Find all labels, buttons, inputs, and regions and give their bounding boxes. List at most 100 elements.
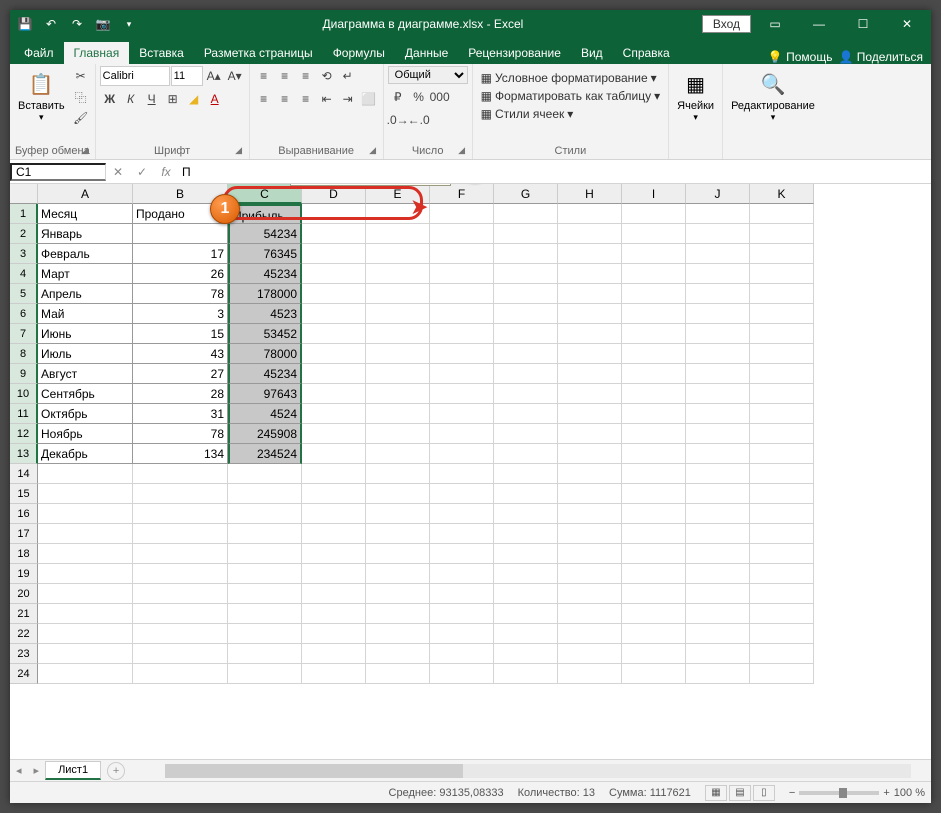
cell[interactable]: 45234 — [228, 264, 302, 284]
cell[interactable] — [622, 444, 686, 464]
cell[interactable] — [366, 224, 430, 244]
row-header-16[interactable]: 16 — [10, 504, 38, 524]
cell[interactable] — [38, 484, 133, 504]
accept-formula-icon[interactable]: ✓ — [130, 165, 154, 179]
view-normal-icon[interactable]: ▦ — [705, 785, 727, 801]
cell[interactable] — [686, 364, 750, 384]
cell[interactable] — [366, 364, 430, 384]
cell[interactable] — [430, 404, 494, 424]
decrease-decimal-icon[interactable]: ←.0 — [409, 110, 429, 130]
cell[interactable] — [38, 464, 133, 484]
row-header-7[interactable]: 7 — [10, 324, 38, 344]
decrease-indent-icon[interactable]: ⇤ — [317, 89, 337, 109]
cell[interactable] — [558, 224, 622, 244]
cell[interactable] — [686, 304, 750, 324]
cell[interactable] — [494, 484, 558, 504]
cell[interactable] — [622, 404, 686, 424]
cell[interactable] — [686, 424, 750, 444]
align-top-icon[interactable]: ≡ — [254, 66, 274, 86]
cell[interactable] — [558, 424, 622, 444]
cell[interactable]: 97643 — [228, 384, 302, 404]
cell[interactable] — [302, 604, 366, 624]
cell[interactable] — [133, 484, 228, 504]
cell[interactable] — [686, 324, 750, 344]
cell[interactable] — [686, 524, 750, 544]
cell[interactable] — [38, 544, 133, 564]
row-header-8[interactable]: 8 — [10, 344, 38, 364]
row-header-12[interactable]: 12 — [10, 424, 38, 444]
tab-file[interactable]: Файл — [14, 42, 64, 64]
cell[interactable] — [558, 644, 622, 664]
cell[interactable] — [494, 364, 558, 384]
row-header-14[interactable]: 14 — [10, 464, 38, 484]
cell[interactable] — [558, 244, 622, 264]
cell[interactable] — [686, 604, 750, 624]
row-header-2[interactable]: 2 — [10, 224, 38, 244]
cell[interactable] — [494, 624, 558, 644]
increase-indent-icon[interactable]: ⇥ — [338, 89, 358, 109]
cell[interactable] — [38, 644, 133, 664]
underline-button[interactable]: Ч — [142, 89, 162, 109]
row-header-11[interactable]: 11 — [10, 404, 38, 424]
col-header-F[interactable]: F — [430, 184, 494, 204]
cell[interactable] — [558, 444, 622, 464]
cell[interactable]: 78 — [133, 424, 228, 444]
cell[interactable]: 234524 — [228, 444, 302, 464]
cell[interactable] — [302, 444, 366, 464]
sheet-nav-prev[interactable]: ◂ — [10, 764, 28, 777]
cell[interactable] — [430, 224, 494, 244]
cell[interactable]: 17 — [133, 244, 228, 264]
cell[interactable]: 134 — [133, 444, 228, 464]
cell[interactable] — [750, 584, 814, 604]
cell[interactable] — [750, 564, 814, 584]
cell[interactable] — [686, 464, 750, 484]
share-button[interactable]: 👤 Поделиться — [838, 50, 923, 64]
font-color-icon[interactable]: A — [205, 89, 225, 109]
cell[interactable] — [558, 364, 622, 384]
cell[interactable] — [366, 264, 430, 284]
cell[interactable] — [558, 464, 622, 484]
cell[interactable] — [366, 584, 430, 604]
row-header-1[interactable]: 1 — [10, 204, 38, 224]
cell[interactable] — [430, 264, 494, 284]
currency-icon[interactable]: ₽ — [388, 87, 408, 107]
cancel-formula-icon[interactable]: ✕ — [106, 165, 130, 179]
cell[interactable]: 15 — [133, 324, 228, 344]
cell[interactable]: 245908 — [228, 424, 302, 444]
tab-help[interactable]: Справка — [613, 42, 680, 64]
tab-data[interactable]: Данные — [395, 42, 458, 64]
tell-me[interactable]: 💡 Помощь — [768, 50, 833, 64]
cell[interactable] — [686, 384, 750, 404]
cell[interactable] — [133, 604, 228, 624]
cell[interactable] — [558, 624, 622, 644]
cell[interactable] — [494, 664, 558, 684]
cell[interactable] — [430, 424, 494, 444]
number-launcher[interactable]: ◢ — [456, 145, 468, 157]
format-as-table-button[interactable]: ▦ Форматировать как таблицу ▾ — [477, 88, 665, 104]
cell[interactable] — [686, 644, 750, 664]
cell[interactable]: Апрель — [38, 284, 133, 304]
cell[interactable] — [366, 304, 430, 324]
cell[interactable] — [622, 384, 686, 404]
row-header-6[interactable]: 6 — [10, 304, 38, 324]
italic-button[interactable]: К — [121, 89, 141, 109]
cell[interactable] — [750, 464, 814, 484]
cell[interactable] — [558, 564, 622, 584]
cell[interactable] — [494, 544, 558, 564]
cell[interactable] — [686, 624, 750, 644]
cell[interactable] — [430, 644, 494, 664]
qat-customize-icon[interactable]: ▾ — [120, 15, 138, 33]
comma-icon[interactable]: 000 — [430, 87, 450, 107]
cell[interactable]: 54234 — [228, 224, 302, 244]
cell[interactable] — [430, 484, 494, 504]
cell[interactable] — [750, 244, 814, 264]
cell[interactable] — [302, 504, 366, 524]
align-bottom-icon[interactable]: ≡ — [296, 66, 316, 86]
cell[interactable]: Декабрь — [38, 444, 133, 464]
cell[interactable] — [750, 524, 814, 544]
formula-input[interactable]: П — [178, 165, 931, 179]
conditional-formatting-button[interactable]: ▦ Условное форматирование ▾ — [477, 70, 661, 86]
cell[interactable] — [302, 544, 366, 564]
cell[interactable] — [366, 624, 430, 644]
login-button[interactable]: Вход — [702, 15, 751, 33]
